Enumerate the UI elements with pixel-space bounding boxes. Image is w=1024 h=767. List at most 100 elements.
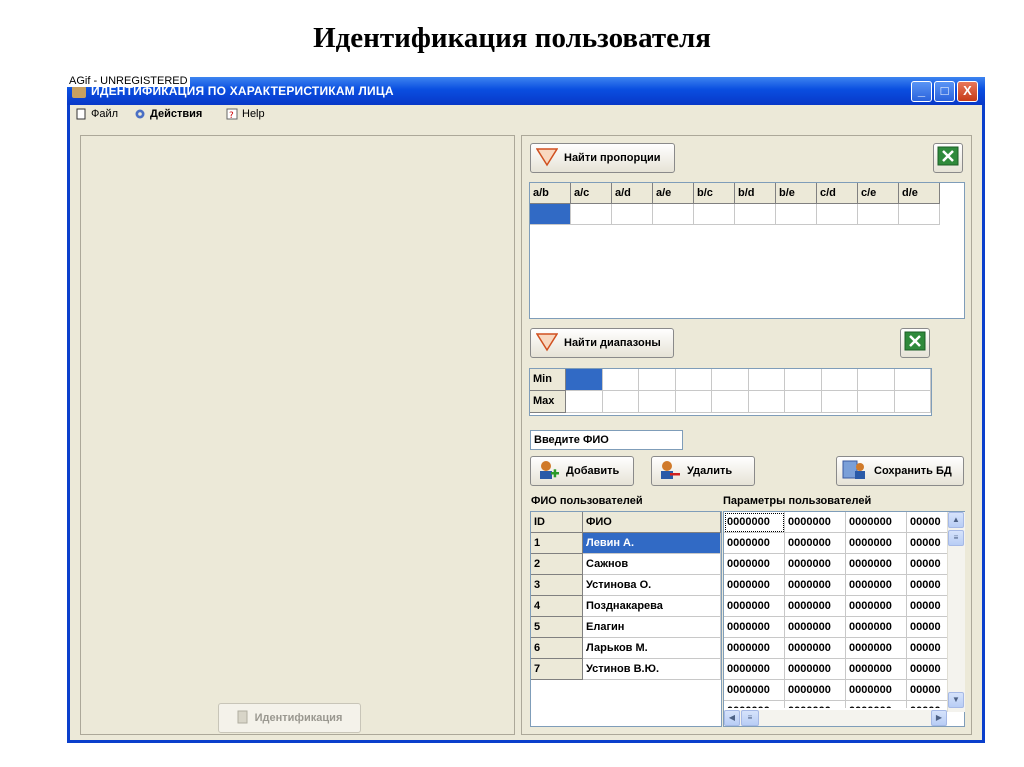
ranges-value-cell[interactable] [675, 391, 712, 413]
scroll-thumb[interactable]: ≡ [948, 530, 964, 546]
users-row-fio[interactable]: Левин А. [583, 533, 721, 554]
proportions-table[interactable]: a/b a/c a/d a/e b/c b/d b/e c/d c/e d/e [529, 182, 965, 319]
params-value-cell[interactable]: 0000000 [724, 659, 785, 680]
ranges-value-cell[interactable] [821, 391, 858, 413]
proportions-value-cell[interactable] [817, 204, 858, 225]
params-table[interactable]: 0000000 0000000 0000000 00000 0000000 0000000… [723, 511, 965, 727]
params-value-cell[interactable]: 00000 [907, 596, 947, 617]
ranges-value-cell[interactable] [748, 391, 785, 413]
users-row-id[interactable]: 7 [531, 659, 583, 680]
ranges-value-cell[interactable] [858, 369, 895, 391]
params-value-cell[interactable]: 0000000 [724, 533, 785, 554]
params-value-cell[interactable]: 0000000 [846, 512, 907, 533]
ranges-value-cell[interactable] [785, 391, 822, 413]
fio-input[interactable]: Введите ФИО [530, 430, 683, 450]
ranges-value-cell[interactable] [894, 391, 931, 413]
params-value-cell[interactable]: 0000000 [785, 680, 846, 701]
ranges-value-cell[interactable] [566, 391, 603, 413]
users-row-fio[interactable]: Елагин [583, 617, 721, 638]
params-value-cell[interactable]: 0000000 [724, 512, 785, 533]
params-value-cell[interactable]: 00000 [907, 638, 947, 659]
ranges-value-cell[interactable] [602, 391, 639, 413]
proportions-value-cell[interactable] [571, 204, 612, 225]
users-row-id[interactable]: 2 [531, 554, 583, 575]
ranges-value-cell[interactable] [712, 391, 749, 413]
close-button[interactable]: X [957, 81, 978, 102]
ranges-value-cell[interactable] [639, 391, 676, 413]
ranges-table[interactable]: Min Max [529, 368, 932, 416]
params-value-cell[interactable]: 0000000 [785, 596, 846, 617]
maximize-button[interactable]: □ [934, 81, 955, 102]
hscroll-thumb[interactable]: ≡ [741, 710, 759, 726]
params-value-cell[interactable]: 0000000 [724, 596, 785, 617]
users-row-id[interactable]: 3 [531, 575, 583, 596]
params-value-cell[interactable]: 00000 [907, 659, 947, 680]
proportions-value-cell[interactable] [530, 204, 571, 225]
users-row-id[interactable]: 4 [531, 596, 583, 617]
users-row-fio[interactable]: Устинова О. [583, 575, 721, 596]
users-row-id[interactable]: 1 [531, 533, 583, 554]
params-value-cell[interactable]: 0000000 [846, 554, 907, 575]
ranges-value-cell[interactable] [639, 369, 676, 391]
params-value-cell[interactable]: 0000000 [785, 512, 846, 533]
add-user-button[interactable]: Добавить [530, 456, 634, 486]
save-db-button[interactable]: Сохранить БД [836, 456, 964, 486]
params-value-cell[interactable]: 0000000 [846, 659, 907, 680]
params-vertical-scrollbar[interactable]: ▲ ≡ ▼ [947, 512, 965, 712]
users-row-fio[interactable]: Позднакарева [583, 596, 721, 617]
params-value-cell[interactable]: 0000000 [724, 701, 785, 708]
proportions-value-cell[interactable] [653, 204, 694, 225]
params-value-cell[interactable]: 0000000 [785, 701, 846, 708]
export-proportions-excel-button[interactable] [933, 143, 963, 173]
users-row-id[interactable]: 5 [531, 617, 583, 638]
params-value-cell[interactable]: 00000 [907, 512, 947, 533]
scroll-right-button[interactable]: ▶ [931, 710, 947, 726]
menu-help[interactable]: ? Help [226, 108, 265, 121]
params-value-cell[interactable]: 0000000 [846, 680, 907, 701]
params-value-cell[interactable]: 0000000 [724, 680, 785, 701]
ranges-value-cell[interactable] [675, 369, 712, 391]
scroll-up-button[interactable]: ▲ [948, 512, 964, 528]
ranges-value-cell[interactable] [602, 369, 639, 391]
menu-actions[interactable]: Действия [134, 108, 202, 120]
params-value-cell[interactable]: 0000000 [724, 554, 785, 575]
params-value-cell[interactable]: 0000000 [785, 554, 846, 575]
users-row-fio[interactable]: Ларьков М. [583, 638, 721, 659]
users-row-fio[interactable]: Сажнов [583, 554, 721, 575]
proportions-value-cell[interactable] [735, 204, 776, 225]
params-value-cell[interactable]: 0000000 [846, 638, 907, 659]
params-horizontal-scrollbar[interactable]: ◀ ≡ ▶ [724, 710, 947, 726]
minimize-button[interactable]: _ [911, 81, 932, 102]
ranges-value-cell[interactable] [785, 369, 822, 391]
proportions-value-cell[interactable] [858, 204, 899, 225]
params-value-cell[interactable]: 0000000 [785, 617, 846, 638]
params-value-cell[interactable]: 00000 [907, 617, 947, 638]
identify-button[interactable]: Идентификация [218, 703, 361, 733]
ranges-value-cell[interactable] [858, 391, 895, 413]
params-value-cell[interactable]: 0000000 [785, 533, 846, 554]
scroll-down-button[interactable]: ▼ [948, 692, 964, 708]
delete-user-button[interactable]: Удалить [651, 456, 755, 486]
params-value-cell[interactable]: 00000 [907, 680, 947, 701]
ranges-value-cell[interactable] [821, 369, 858, 391]
proportions-value-cell[interactable] [694, 204, 735, 225]
find-proportions-button[interactable]: Найти пропорции [530, 143, 675, 173]
proportions-value-cell[interactable] [776, 204, 817, 225]
params-value-cell[interactable]: 0000000 [846, 575, 907, 596]
ranges-value-cell[interactable] [748, 369, 785, 391]
params-value-cell[interactable]: 0000000 [846, 533, 907, 554]
params-value-cell[interactable]: 0000000 [724, 617, 785, 638]
params-value-cell[interactable]: 00000 [907, 575, 947, 596]
scroll-left-button[interactable]: ◀ [724, 710, 740, 726]
proportions-value-cell[interactable] [612, 204, 653, 225]
params-value-cell[interactable]: 00000 [907, 554, 947, 575]
params-value-cell[interactable]: 0000000 [785, 659, 846, 680]
params-value-cell[interactable]: 0000000 [785, 638, 846, 659]
export-ranges-excel-button[interactable] [900, 328, 930, 358]
params-value-cell[interactable]: 0000000 [724, 575, 785, 596]
params-value-cell[interactable]: 00000 [907, 701, 947, 708]
title-bar[interactable]: ИДЕНТИФИКАЦИЯ ПО ХАРАКТЕРИСТИКАМ ЛИЦА AG… [67, 75, 985, 105]
params-value-cell[interactable]: 0000000 [846, 701, 907, 708]
users-table[interactable]: ID ФИО 1 Левин А. 2 Сажнов 3 Устинова О. 4 Поздна… [530, 511, 722, 727]
params-value-cell[interactable]: 00000 [907, 533, 947, 554]
